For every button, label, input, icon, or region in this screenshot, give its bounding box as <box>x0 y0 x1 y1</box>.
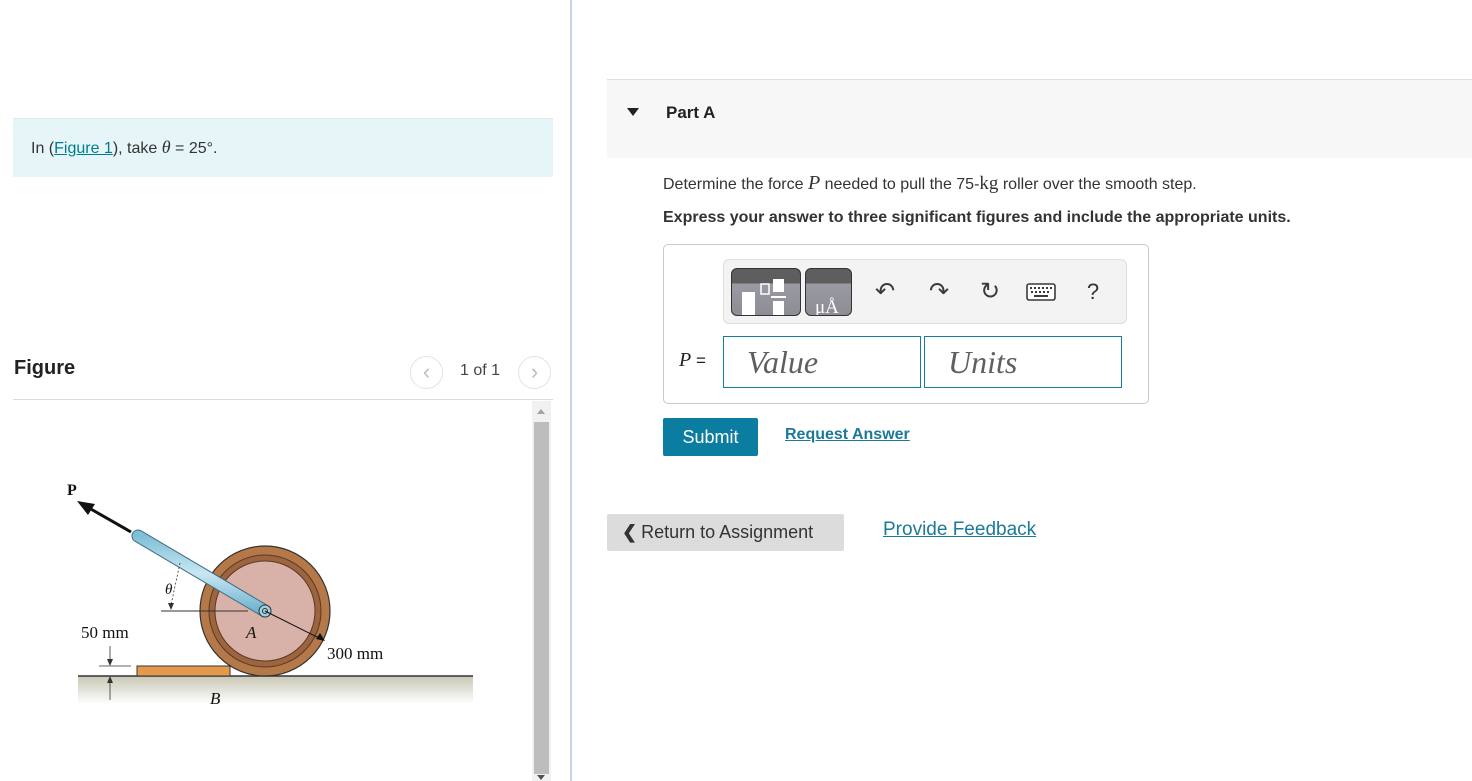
return-to-assignment-button[interactable]: ❮ Return to Assignment <box>607 514 844 551</box>
undo-icon[interactable]: ↶ <box>870 280 900 304</box>
math-toolbar: μÅ ↶ ↷ ↻ ? <box>723 259 1127 324</box>
step-block <box>136 665 231 677</box>
theta-symbol: θ <box>161 137 171 157</box>
submit-button[interactable]: Submit <box>663 418 758 456</box>
value-input[interactable] <box>723 336 921 388</box>
step-dim-upper-arrow <box>107 659 113 666</box>
figure-title: Figure <box>14 357 76 379</box>
answer-var: P <box>679 349 692 371</box>
part-header[interactable]: Part A <box>607 79 1472 158</box>
keyboard-icon[interactable] <box>1026 282 1056 306</box>
center-label: A <box>245 623 257 642</box>
answer-variable-label: P = <box>679 349 706 372</box>
units-icon: μÅ <box>815 297 839 316</box>
previous-figure-button[interactable]: ‹ <box>410 356 443 389</box>
chevron-left-icon: ❮ <box>622 522 638 542</box>
intro-middle: ), take <box>112 140 162 157</box>
force-arrow-line <box>88 506 132 534</box>
radius-label: 300 mm <box>327 644 383 663</box>
templates-button[interactable] <box>731 268 801 316</box>
force-arrowhead <box>77 501 95 515</box>
return-label: Return to Assignment <box>641 522 814 542</box>
angle-label: θ <box>165 582 173 598</box>
scroll-up-arrow-icon[interactable] <box>532 401 551 421</box>
angle-arrowhead <box>168 603 174 610</box>
figure-scrollbar[interactable] <box>532 401 551 781</box>
reset-icon[interactable]: ↻ <box>975 280 1005 304</box>
provide-feedback-link[interactable]: Provide Feedback <box>883 519 1036 541</box>
figure-counter: 1 of 1 <box>460 362 501 379</box>
roller-figure: P θ A B 50 mm 300 mm <box>67 482 473 708</box>
question-post: roller over the smooth step. <box>998 176 1197 193</box>
figure-area: P θ A B 50 mm 300 mm <box>13 401 531 781</box>
step-point-label: B <box>210 689 221 708</box>
figure-header: Figure ‹ 1 of 1 › <box>13 350 553 400</box>
question-mid: needed to pull the 75- <box>820 176 980 193</box>
units-button[interactable]: μÅ <box>805 268 852 316</box>
templates-icon <box>742 279 786 315</box>
units-input[interactable] <box>924 336 1122 388</box>
answer-equals: = <box>691 351 706 370</box>
question-pre: Determine the force <box>663 176 808 193</box>
step-height-label: 50 mm <box>81 623 129 642</box>
chevron-left-icon: ‹ <box>422 359 431 384</box>
part-title: Part A <box>666 103 716 122</box>
ground-shadow <box>78 676 473 704</box>
units-icon-label: μÅ <box>815 297 839 316</box>
request-answer-link[interactable]: Request Answer <box>785 426 910 444</box>
figure-link[interactable]: Figure 1 <box>54 140 113 157</box>
left-pane: In (Figure 1), take θ = 25°. Figure ‹ 1 … <box>0 0 571 781</box>
pane-divider[interactable] <box>570 0 572 781</box>
question-var: P <box>807 172 821 194</box>
redo-icon[interactable]: ↷ <box>924 280 954 304</box>
problem-intro: In (Figure 1), take θ = 25°. <box>13 118 553 177</box>
question-text: Determine the force P needed to pull the… <box>663 172 1197 195</box>
answer-instruction: Express your answer to three significant… <box>663 209 1291 226</box>
answer-box: μÅ ↶ ↷ ↻ ? P = <box>663 244 1149 404</box>
collapse-caret-icon[interactable] <box>627 108 639 116</box>
intro-prefix: In ( <box>31 140 55 157</box>
next-figure-button[interactable]: › <box>518 356 551 389</box>
intro-suffix: = 25°. <box>170 140 218 157</box>
scroll-down-arrow-icon[interactable] <box>532 771 551 781</box>
scroll-thumb[interactable] <box>534 422 549 774</box>
force-label: P <box>67 482 77 499</box>
help-icon[interactable]: ? <box>1078 280 1108 304</box>
question-unit: kg <box>979 173 999 194</box>
chevron-right-icon: › <box>530 359 539 384</box>
